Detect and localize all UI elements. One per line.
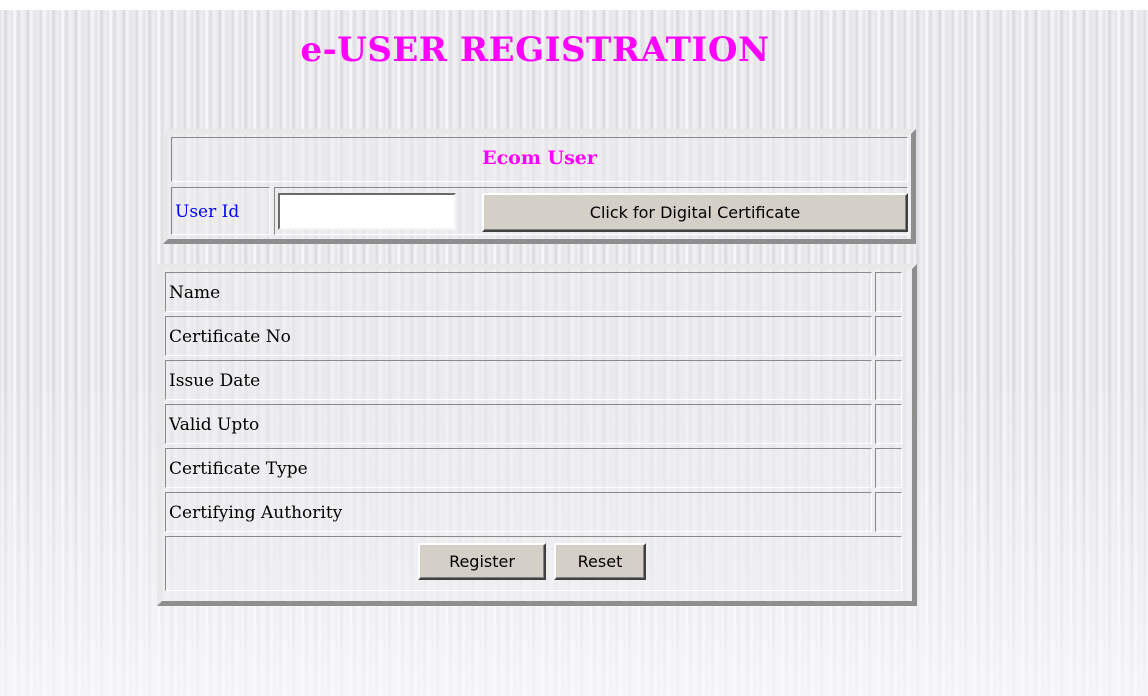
cert-row-number-label-cell: Certificate No: [165, 316, 872, 356]
page-title: e-USER REGISTRATION: [300, 30, 770, 70]
cert-row-label: Certificate Type: [169, 459, 308, 479]
cert-row-issue-label-cell: Issue Date: [165, 360, 872, 400]
cert-row-issue-value-cell: [875, 360, 902, 400]
ecom-user-heading: Ecom User: [482, 147, 597, 169]
cert-row-valid-value-cell: [875, 404, 902, 444]
certificate-panel: Name Certificate No Issue Date Valid Upt…: [157, 264, 917, 606]
cert-row-name-label-cell: Name: [165, 272, 872, 312]
reset-button[interactable]: Reset: [554, 543, 646, 580]
cert-row-label: Certifying Authority: [169, 503, 343, 523]
user-id-label-cell: User Id: [171, 187, 270, 235]
cert-row-label: Name: [169, 283, 221, 303]
cert-row-valid-label-cell: Valid Upto: [165, 404, 872, 444]
cert-row-name-value-cell: [875, 272, 902, 312]
cert-row-number-value-cell: [875, 316, 902, 356]
ecom-user-panel: Ecom User User Id Click for Digital Cert…: [163, 129, 916, 244]
cert-row-type-label-cell: Certificate Type: [165, 448, 872, 488]
top-edge: [0, 0, 1148, 10]
cert-row-label: Certificate No: [169, 327, 291, 347]
register-button[interactable]: Register: [418, 543, 546, 580]
user-id-label: User Id: [175, 202, 240, 222]
digital-certificate-button[interactable]: Click for Digital Certificate: [482, 193, 908, 232]
cert-row-authority-label-cell: Certifying Authority: [165, 492, 872, 532]
cert-row-authority-value-cell: [875, 492, 902, 532]
cert-row-type-value-cell: [875, 448, 902, 488]
cert-row-label: Issue Date: [169, 371, 261, 391]
user-id-input[interactable]: [278, 193, 456, 230]
ecom-user-heading-cell: Ecom User: [171, 137, 908, 182]
cert-row-label: Valid Upto: [169, 415, 260, 435]
